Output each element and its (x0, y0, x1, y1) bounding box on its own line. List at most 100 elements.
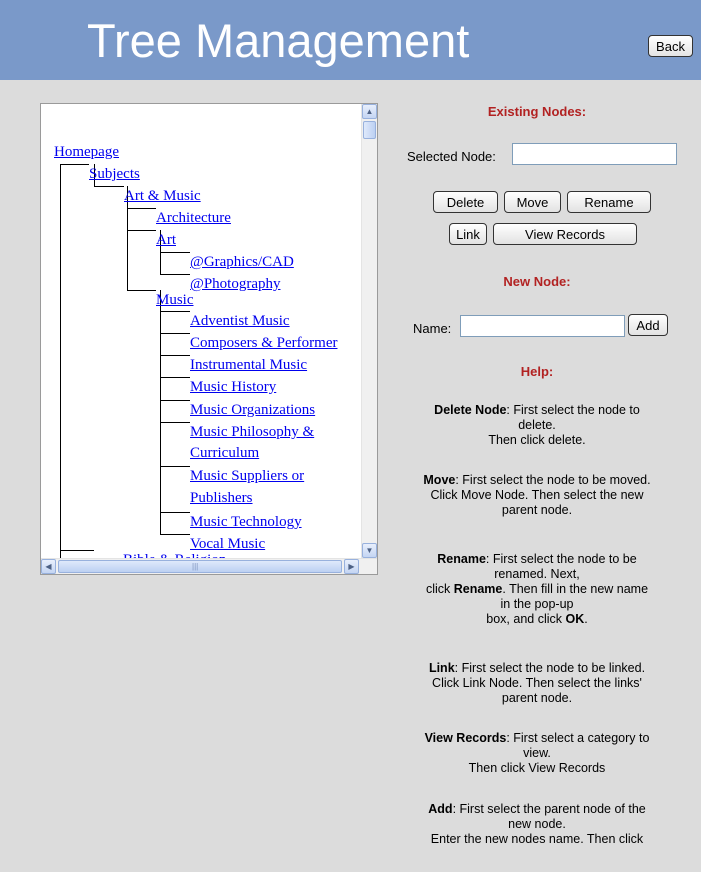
tree-connector (127, 208, 156, 209)
tree-node-graphics-cad[interactable]: @Graphics/CAD (190, 251, 294, 273)
tree-node-art-music[interactable]: Art & Music (124, 185, 201, 207)
scroll-up-icon[interactable]: ▲ (362, 104, 377, 119)
vertical-scroll-thumb[interactable] (363, 121, 376, 139)
rename-button[interactable]: Rename (567, 191, 651, 213)
name-input[interactable] (460, 315, 625, 337)
tree-connector (60, 164, 89, 165)
help-text: renamed. Next, (494, 567, 580, 581)
tree-connector (127, 230, 156, 231)
help-term: Add (428, 802, 453, 816)
existing-nodes-heading: Existing Nodes: (487, 104, 587, 119)
tree-connector (60, 164, 61, 558)
help-text: : First select the node to be (485, 552, 637, 566)
move-button[interactable]: Move (504, 191, 561, 213)
help-text: view. (523, 746, 551, 760)
help-term: Rename (437, 552, 486, 566)
help-text: new node. (508, 817, 566, 831)
help-term: Move (423, 473, 456, 487)
help-text: parent node. (501, 503, 573, 517)
tree-connector (127, 290, 156, 291)
tree-node-music[interactable]: Music (156, 289, 194, 311)
help-delete: Delete Node: First select the node to de… (387, 403, 687, 448)
tree-view: Homepage Subjects Art & Music Architectu… (41, 104, 361, 558)
tree-node-music-technology[interactable]: Music Technology (190, 511, 302, 533)
tree-node-bible-religion[interactable]: Bible & Religion (123, 549, 226, 558)
tree-node-homepage[interactable]: Homepage (54, 141, 119, 163)
tree-connector (160, 400, 190, 401)
tree-node-music-organizations[interactable]: Music Organizations (190, 399, 315, 421)
tree-connector (160, 355, 190, 356)
help-view-records: View Records: First select a category to… (387, 731, 687, 776)
tree-node-music-history[interactable]: Music History (190, 376, 276, 398)
help-text: : First select the node to be linked. (454, 661, 646, 675)
tree-connector (160, 333, 190, 334)
delete-button[interactable]: Delete (433, 191, 498, 213)
tree-connector (94, 186, 124, 187)
help-add: Add: First select the parent node of the… (387, 802, 687, 847)
scroll-grip-icon: ||| (192, 562, 199, 571)
tree-connector (160, 512, 190, 513)
help-text: Click Move Node. Then select the new (430, 488, 644, 502)
help-term: OK (565, 612, 585, 626)
horizontal-scrollbar[interactable]: ◀ ||| ▶ (41, 558, 377, 574)
help-text: : First select a category to (506, 731, 650, 745)
help-text: parent node. (501, 691, 573, 705)
help-term: Link (428, 661, 455, 675)
tree-connector (160, 252, 190, 253)
scroll-left-icon[interactable]: ◀ (41, 559, 56, 574)
tree-node-architecture[interactable]: Architecture (156, 207, 231, 229)
main-panel: Homepage Subjects Art & Music Architectu… (0, 80, 701, 872)
selected-node-input[interactable] (512, 143, 677, 165)
tree-connector (160, 274, 190, 275)
tree-node-photography[interactable]: @Photography (190, 273, 280, 295)
help-rename: Rename: First select the node to be rena… (387, 552, 687, 627)
tree-connector (160, 422, 190, 423)
help-text: : First select the node to (506, 403, 640, 417)
tree-node-subjects[interactable]: Subjects (89, 163, 140, 185)
link-button[interactable]: Link (449, 223, 487, 245)
add-button[interactable]: Add (628, 314, 668, 336)
tree-connector (160, 290, 161, 534)
tree-panel[interactable]: Homepage Subjects Art & Music Architectu… (40, 103, 378, 575)
tree-node-adventist-music[interactable]: Adventist Music (190, 310, 290, 332)
tree-node-composers[interactable]: Composers & Performer (190, 332, 337, 354)
view-records-button[interactable]: View Records (493, 223, 637, 245)
tree-node-publishers[interactable]: Publishers (190, 487, 253, 509)
tree-connector (160, 377, 190, 378)
tree-connector (60, 550, 94, 551)
selected-node-label: Selected Node: (407, 149, 496, 164)
tree-node-curriculum[interactable]: Curriculum (190, 442, 259, 464)
back-button[interactable]: Back (648, 35, 693, 57)
help-text: delete. (518, 418, 556, 432)
help-text: Then click View Records (468, 761, 606, 775)
tree-node-art[interactable]: Art (156, 229, 176, 251)
help-text: click (425, 582, 454, 596)
new-node-heading: New Node: (503, 274, 571, 289)
help-term: View Records (424, 731, 507, 745)
tree-node-instrumental-music[interactable]: Instrumental Music (190, 354, 307, 376)
horizontal-scroll-thumb[interactable]: ||| (58, 560, 342, 573)
help-text: . Then fill in the new name (502, 582, 649, 596)
name-label: Name: (413, 321, 452, 336)
help-term: Delete Node (434, 403, 507, 417)
scroll-down-icon[interactable]: ▼ (362, 543, 377, 558)
help-heading: Help: (520, 364, 554, 379)
tree-node-music-philosophy[interactable]: Music Philosophy & (190, 421, 314, 443)
help-text: . (584, 612, 588, 626)
help-text: Enter the new nodes name. Then click (430, 832, 644, 846)
help-link: Link: First select the node to be linked… (387, 661, 687, 706)
help-text: Click Link Node. Then select the links' (432, 676, 642, 690)
help-text: box, and click (486, 612, 566, 626)
help-move: Move: First select the node to be moved.… (387, 473, 687, 518)
vertical-scrollbar[interactable]: ▲ ▼ (361, 104, 377, 558)
page-title: Tree Management (87, 14, 470, 67)
help-text: in the pop-up (500, 597, 574, 611)
help-text: Then click delete. (488, 433, 586, 447)
scroll-right-icon[interactable]: ▶ (344, 559, 359, 574)
tree-node-music-suppliers[interactable]: Music Suppliers or (190, 465, 304, 487)
help-text: : First select the parent node of the (452, 802, 646, 816)
tree-connector (160, 311, 190, 312)
header-bar: Tree Management Back (0, 0, 701, 80)
tree-connector (160, 534, 190, 535)
tree-connector (160, 466, 190, 467)
